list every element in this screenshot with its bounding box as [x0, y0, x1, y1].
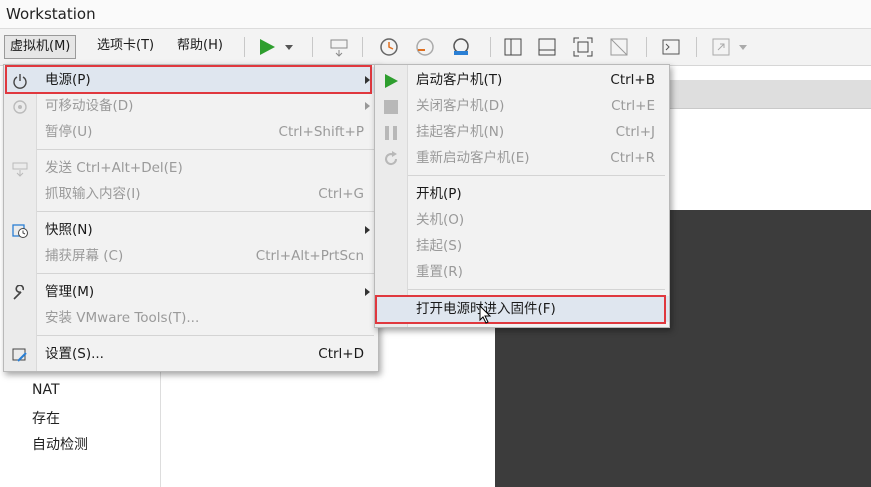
- send-keys-icon: [12, 160, 28, 177]
- window-title: Workstation: [6, 5, 96, 23]
- menu-item-suspend-guest[interactable]: 挂起客户机(N) Ctrl+J: [375, 119, 669, 145]
- removable-device-icon: [12, 98, 28, 114]
- highlight-box-power: [5, 65, 372, 94]
- thumbnail-bar-icon[interactable]: [536, 36, 558, 58]
- menu-item-label: 启动客户机(T): [416, 72, 503, 88]
- toolbar-separator: [312, 37, 313, 57]
- toolbar-separator: [696, 37, 697, 57]
- stretch-icon[interactable]: [710, 36, 732, 58]
- menu-item-snapshot[interactable]: 快照(N): [4, 217, 378, 243]
- send-keys-icon[interactable]: [328, 36, 350, 58]
- stop-icon: [383, 98, 399, 114]
- menu-item-restart-guest[interactable]: 重新启动客户机(E) Ctrl+R: [375, 145, 669, 171]
- menu-item-label: 关机(O): [416, 212, 465, 228]
- submenu-arrow-icon: [365, 102, 370, 110]
- menu-separator: [408, 175, 665, 176]
- tree-item-autodetect[interactable]: 自动检测: [32, 434, 88, 454]
- mouse-cursor-icon: [479, 304, 493, 325]
- wrench-icon: [12, 284, 28, 300]
- sidebar-icon[interactable]: [502, 36, 524, 58]
- toolbar-separator: [362, 37, 363, 57]
- menu-help[interactable]: 帮助(H): [172, 35, 228, 57]
- submenu-arrow-icon: [365, 226, 370, 234]
- play-icon[interactable]: [256, 36, 278, 58]
- menu-separator: [37, 273, 374, 274]
- menu-item-label: 发送 Ctrl+Alt+Del(E): [45, 160, 183, 176]
- toolbar-separator: [244, 37, 245, 57]
- vm-menu: 电源(P) 可移动设备(D) 暂停(U) Ctrl+Shift+P 发送 Ctr…: [3, 64, 379, 372]
- menu-item-removable-devices[interactable]: 可移动设备(D): [4, 93, 378, 119]
- menu-item-label: 捕获屏幕 (C): [45, 248, 124, 264]
- menu-item-suspend[interactable]: 挂起(S): [375, 233, 669, 259]
- tree-item-nat[interactable]: NAT: [32, 382, 60, 398]
- menu-item-label: 关闭客户机(D): [416, 98, 505, 114]
- toolbar-separator: [490, 37, 491, 57]
- menu-separator: [37, 335, 374, 336]
- menu-item-label: 开机(P): [416, 186, 462, 202]
- menu-item-manage[interactable]: 管理(M): [4, 279, 378, 305]
- toolbar: 虚拟机(M) 选项卡(T) 帮助(H): [0, 29, 871, 66]
- menu-item-label: 挂起客户机(N): [416, 124, 505, 140]
- menu-item-shortcut: Ctrl+B: [610, 72, 655, 88]
- power-submenu: 启动客户机(T) Ctrl+B 关闭客户机(D) Ctrl+E 挂起客户机(N)…: [374, 64, 670, 328]
- menu-item-power-off[interactable]: 关机(O): [375, 207, 669, 233]
- restart-icon: [383, 150, 399, 166]
- menu-item-shutdown-guest[interactable]: 关闭客户机(D) Ctrl+E: [375, 93, 669, 119]
- menu-item-send-ctrl-alt-del[interactable]: 发送 Ctrl+Alt+Del(E): [4, 155, 378, 181]
- chevron-down-icon[interactable]: [282, 36, 296, 58]
- menu-item-label: 重置(R): [416, 264, 463, 280]
- menu-item-label: 暂停(U): [45, 124, 93, 140]
- menu-item-label: 可移动设备(D): [45, 98, 134, 114]
- unity-icon[interactable]: [608, 36, 630, 58]
- pause-icon: [383, 124, 399, 140]
- snapshot-icon[interactable]: [378, 36, 400, 58]
- menu-item-grab-input[interactable]: 抓取输入内容(I) Ctrl+G: [4, 181, 378, 207]
- menu-item-label: 抓取输入内容(I): [45, 186, 141, 202]
- menu-separator: [408, 289, 665, 290]
- play-icon: [383, 72, 399, 88]
- menu-item-shortcut: Ctrl+E: [611, 98, 655, 114]
- menu-item-pause[interactable]: 暂停(U) Ctrl+Shift+P: [4, 119, 378, 145]
- menu-item-install-vmware-tools[interactable]: 安装 VMware Tools(T)...: [4, 305, 378, 331]
- settings-icon: [12, 346, 28, 362]
- menu-item-label: 重新启动客户机(E): [416, 150, 530, 166]
- menu-item-label: 快照(N): [45, 222, 93, 238]
- console-icon[interactable]: [660, 36, 682, 58]
- menu-item-reset[interactable]: 重置(R): [375, 259, 669, 285]
- fullscreen-icon[interactable]: [572, 36, 594, 58]
- menu-vm[interactable]: 虚拟机(M): [4, 35, 77, 59]
- menu-item-shortcut: Ctrl+Shift+P: [278, 124, 364, 140]
- chevron-down-icon[interactable]: [736, 36, 750, 58]
- menu-item-label: 挂起(S): [416, 238, 463, 254]
- toolbar-separator: [646, 37, 647, 57]
- menu-item-shortcut: Ctrl+R: [610, 150, 655, 166]
- menu-item-label: 设置(S)...: [45, 346, 104, 362]
- menu-separator: [37, 149, 374, 150]
- revert-snapshot-icon[interactable]: [414, 36, 436, 58]
- menu-item-label: 安装 VMware Tools(T)...: [45, 310, 200, 326]
- menu-item-power-on[interactable]: 开机(P): [375, 181, 669, 207]
- menu-tabs[interactable]: 选项卡(T): [92, 35, 159, 57]
- tree-item-exists[interactable]: 存在: [32, 408, 60, 428]
- menu-item-capture-screen[interactable]: 捕获屏幕 (C) Ctrl+Alt+PrtScn: [4, 243, 378, 269]
- menu-item-shortcut: Ctrl+J: [615, 124, 655, 140]
- menu-item-shortcut: Ctrl+D: [318, 346, 364, 362]
- menu-separator: [37, 211, 374, 212]
- title-bar: Workstation: [0, 0, 871, 29]
- menu-item-shortcut: Ctrl+Alt+PrtScn: [255, 248, 364, 264]
- menu-item-label: 管理(M): [45, 284, 95, 300]
- snapshot-icon: [12, 222, 28, 238]
- menu-item-settings[interactable]: 设置(S)... Ctrl+D: [4, 341, 378, 367]
- submenu-arrow-icon: [365, 288, 370, 296]
- menu-item-shortcut: Ctrl+G: [318, 186, 364, 202]
- snapshot-manager-icon[interactable]: [450, 36, 472, 58]
- menu-item-start-guest[interactable]: 启动客户机(T) Ctrl+B: [375, 67, 669, 93]
- highlight-box-firmware: [375, 295, 666, 324]
